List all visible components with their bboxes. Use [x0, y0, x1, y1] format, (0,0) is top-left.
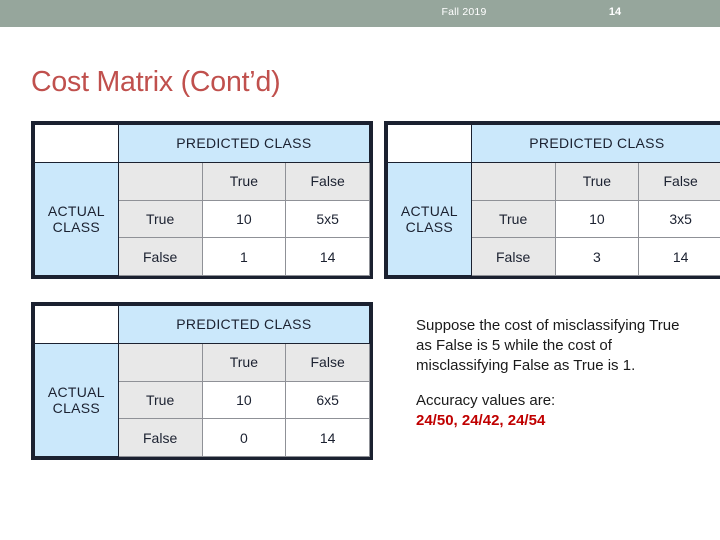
matrix-2-row-header-true: True	[470, 199, 556, 239]
matrix-3-row-header-true: True	[117, 380, 203, 420]
matrix-3-predicted-class-header: PREDICTED CLASS	[117, 305, 371, 344]
table-row: ACTUAL CLASS True False	[387, 161, 720, 277]
matrix-3-column-header-true: True	[201, 342, 287, 382]
matrix-1-actual-line-1: ACTUAL	[47, 202, 105, 219]
matrix-2-actual-line-1: ACTUAL	[400, 202, 458, 219]
note-cost-assumption: Suppose the cost of misclassifying True …	[416, 317, 680, 374]
header-slide-number: 14	[608, 6, 622, 18]
matrix-3-corner-blank	[34, 305, 119, 344]
matrix-3-actual-line-2: CLASS	[52, 399, 101, 416]
matrix-1-actual-line-2: CLASS	[52, 218, 101, 235]
matrix-2-corner-blank	[387, 124, 472, 163]
table-row: PREDICTED CLASS	[34, 124, 371, 163]
matrix-1-axis-corner	[117, 161, 203, 201]
cost-matrix-1-table: PREDICTED CLASS ACTUAL CLASS True False …	[34, 124, 371, 277]
cost-matrix-3-table: PREDICTED CLASS ACTUAL CLASS True False …	[34, 305, 371, 458]
matrix-2-axis-corner	[470, 161, 556, 201]
matrix-2-actual-line-2: CLASS	[405, 218, 454, 235]
matrix-3-actual-line-1: ACTUAL	[47, 383, 105, 400]
matrix-3-row-header-false: False	[117, 418, 203, 457]
table-row: ACTUAL CLASS True False	[34, 342, 370, 458]
matrix-1-cell-true-true: 10	[201, 199, 287, 239]
slide-canvas: Fall 2019 14 Cost Matrix (Cont’d) PREDIC…	[0, 0, 720, 540]
matrix-1-cell-false-false: 14	[285, 237, 370, 276]
matrix-3-column-header-false: False	[285, 342, 370, 382]
matrix-2-row-header-false: False	[470, 237, 556, 276]
cost-matrix-3: PREDICTED CLASS ACTUAL CLASS True False …	[31, 302, 373, 460]
matrix-1-cell-false-true: 1	[201, 237, 287, 276]
matrix-1-row-header-true: True	[117, 199, 203, 239]
matrix-1-corner-blank	[34, 124, 119, 163]
matrix-3-cell-true-true: 10	[201, 380, 287, 420]
explanatory-note: Suppose the cost of misclassifying True …	[416, 316, 688, 431]
matrix-2-column-header-true: True	[554, 161, 640, 201]
matrix-3-cell-false-true: 0	[201, 418, 287, 457]
matrix-2-cell-true-true: 10	[554, 199, 640, 239]
table-row: PREDICTED CLASS	[387, 124, 720, 163]
matrix-1-row-header-false: False	[117, 237, 203, 276]
matrix-3-cell-true-false: 6x5	[285, 380, 370, 420]
matrix-1-column-header-true: True	[201, 161, 287, 201]
matrix-2-actual-class-header: ACTUAL CLASS	[387, 161, 472, 277]
matrix-1-predicted-class-header: PREDICTED CLASS	[117, 124, 371, 163]
matrix-2-cell-false-false: 14	[638, 237, 720, 276]
cost-matrix-2-table: PREDICTED CLASS ACTUAL CLASS True False …	[387, 124, 720, 277]
slide-header-band: Fall 2019 14	[0, 0, 720, 27]
matrix-2-cell-true-false: 3x5	[638, 199, 720, 239]
matrix-1-column-header-false: False	[285, 161, 370, 201]
note-accuracy-values: 24/50, 24/42, 24/54	[416, 412, 546, 430]
table-row: ACTUAL CLASS True False	[34, 161, 370, 277]
page-title: Cost Matrix (Cont’d)	[31, 66, 281, 98]
matrix-3-axis-corner	[117, 342, 203, 382]
table-row: PREDICTED CLASS	[34, 305, 371, 344]
matrix-2-predicted-class-header: PREDICTED CLASS	[470, 124, 720, 163]
note-accuracy-label: Accuracy values are:	[416, 392, 556, 410]
cost-matrix-1: PREDICTED CLASS ACTUAL CLASS True False …	[31, 121, 373, 279]
matrix-3-actual-class-header: ACTUAL CLASS	[34, 342, 119, 458]
matrix-1-cell-true-false: 5x5	[285, 199, 370, 239]
header-term-label: Fall 2019	[441, 6, 487, 18]
matrix-3-cell-false-false: 14	[285, 418, 370, 457]
matrix-1-actual-class-header: ACTUAL CLASS	[34, 161, 119, 277]
matrix-2-cell-false-true: 3	[554, 237, 640, 276]
matrix-2-column-header-false: False	[638, 161, 720, 201]
cost-matrix-2: PREDICTED CLASS ACTUAL CLASS True False …	[384, 121, 720, 279]
